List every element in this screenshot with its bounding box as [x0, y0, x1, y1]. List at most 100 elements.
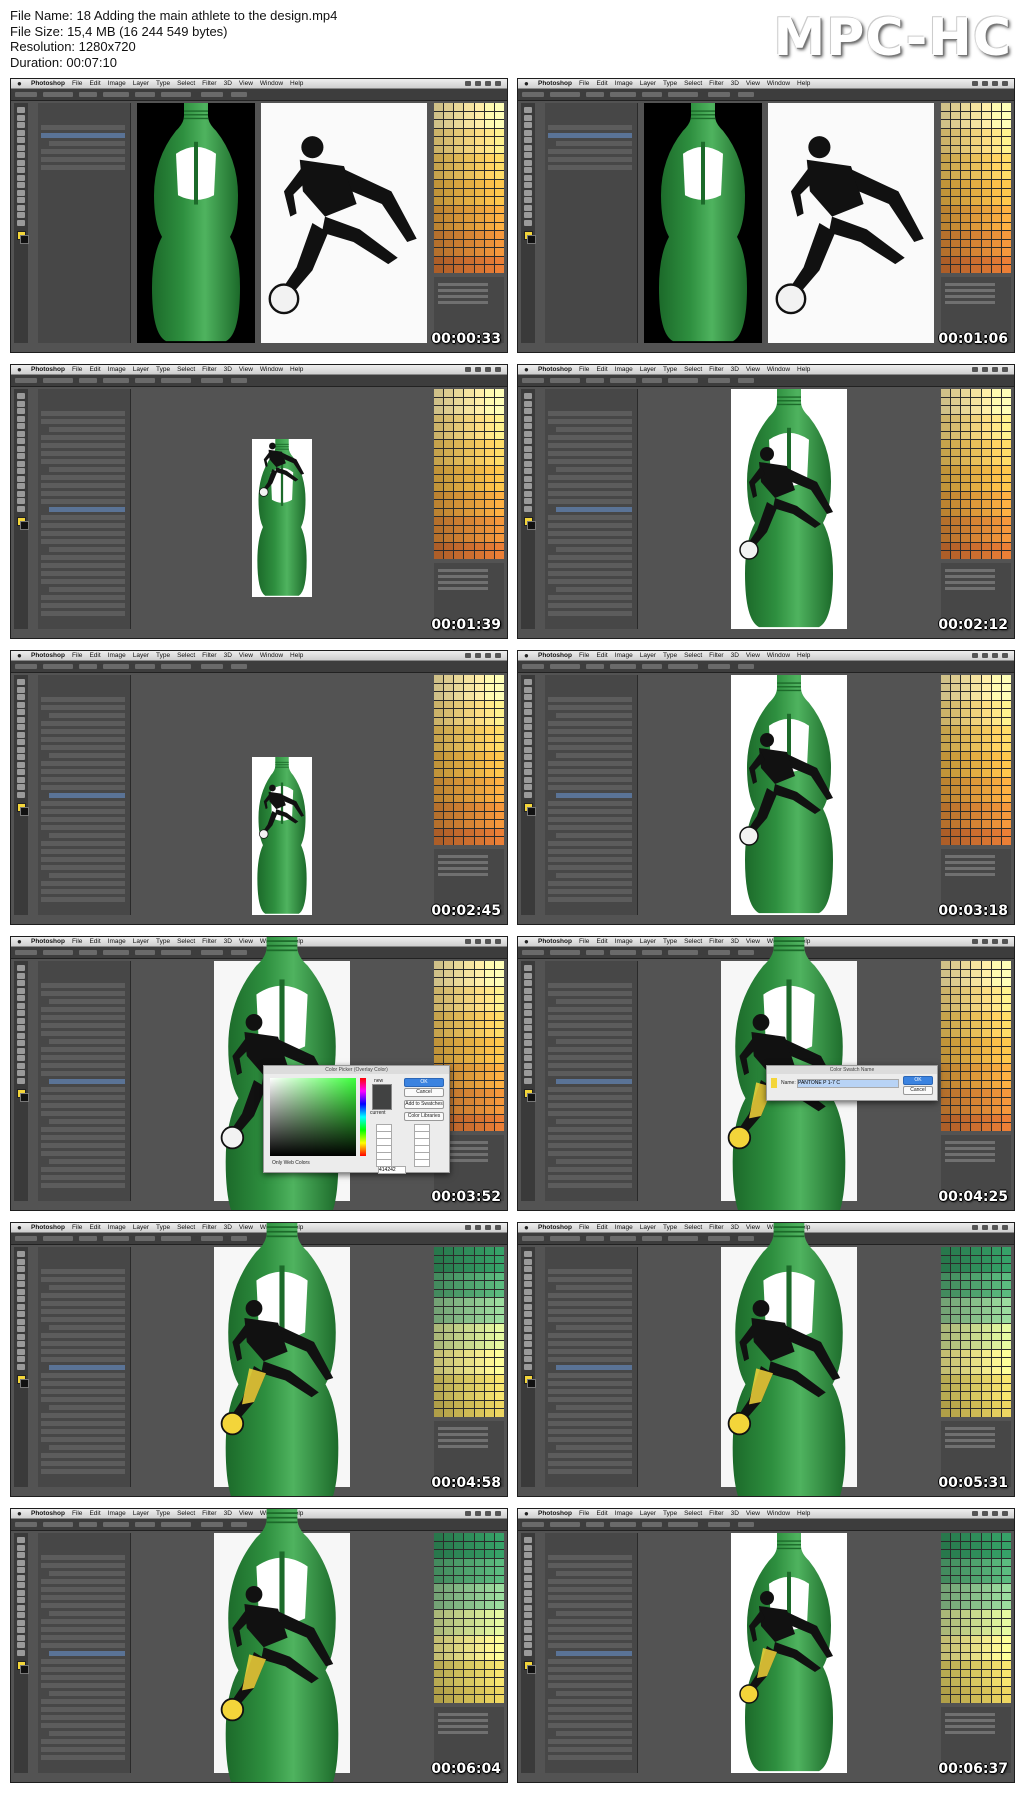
color-swatch[interactable] [941, 517, 951, 525]
color-swatch[interactable] [991, 508, 1001, 517]
color-swatch[interactable] [981, 1012, 991, 1020]
color-swatch[interactable] [434, 534, 444, 542]
color-swatch[interactable] [981, 465, 991, 474]
layer-row[interactable] [556, 507, 632, 512]
color-swatch[interactable] [961, 120, 971, 128]
tool-icon[interactable] [524, 1017, 532, 1024]
layer-row[interactable] [49, 547, 125, 552]
color-swatch[interactable] [464, 137, 474, 145]
color-swatch[interactable] [484, 1567, 494, 1575]
color-swatch[interactable] [981, 1609, 991, 1618]
tool-icon[interactable] [524, 167, 532, 173]
color-swatch[interactable] [971, 828, 981, 837]
color-swatch[interactable] [1001, 1669, 1011, 1678]
color-swatch[interactable] [961, 188, 971, 197]
tool-icon[interactable] [17, 1559, 25, 1566]
color-swatch[interactable] [474, 1037, 484, 1046]
color-swatch[interactable] [971, 214, 981, 222]
color-swatch[interactable] [1001, 1349, 1011, 1358]
color-swatch[interactable] [1001, 828, 1011, 837]
color-swatch[interactable] [941, 1652, 951, 1661]
color-swatch[interactable] [961, 683, 971, 692]
color-swatch[interactable] [1001, 525, 1011, 534]
tool-icon[interactable] [524, 1055, 532, 1061]
option-control[interactable] [79, 1522, 97, 1527]
color-swatch[interactable] [971, 675, 981, 683]
color-swatch[interactable] [981, 397, 991, 406]
tool-icon[interactable] [524, 1649, 532, 1656]
color-swatch[interactable] [961, 1341, 971, 1349]
color-swatch[interactable] [991, 103, 1001, 111]
apple-icon[interactable]: ● [17, 937, 25, 946]
layer-row[interactable] [548, 1429, 632, 1434]
color-swatch[interactable] [971, 726, 981, 734]
color-swatch[interactable] [484, 794, 494, 803]
color-swatch[interactable] [951, 231, 961, 239]
color-swatch[interactable] [981, 1366, 991, 1375]
color-swatch[interactable] [474, 734, 484, 743]
color-swatch[interactable] [961, 500, 971, 508]
color-swatch[interactable] [961, 1029, 971, 1037]
color-swatch[interactable] [444, 1332, 454, 1341]
menu-file[interactable]: File [579, 651, 589, 660]
color-swatch[interactable] [1001, 248, 1011, 256]
color-swatch[interactable] [444, 111, 454, 120]
tool-icon[interactable] [17, 1649, 25, 1656]
color-swatch[interactable] [444, 154, 454, 162]
menu-type[interactable]: Type [663, 79, 677, 88]
color-swatch[interactable] [941, 1341, 951, 1349]
color-swatch[interactable] [444, 431, 454, 440]
tool-icon[interactable] [524, 438, 532, 444]
layer-row[interactable] [41, 443, 125, 448]
color-swatch[interactable] [464, 231, 474, 239]
color-swatch[interactable] [981, 1400, 991, 1409]
color-swatch[interactable] [991, 709, 1001, 717]
color-swatch[interactable] [961, 1383, 971, 1392]
layer-row[interactable] [548, 745, 632, 750]
color-swatch[interactable] [941, 1678, 951, 1686]
menu-view[interactable]: View [746, 79, 760, 88]
color-swatch[interactable] [484, 1669, 494, 1678]
color-swatch[interactable] [494, 491, 504, 500]
color-swatch[interactable] [1001, 1567, 1011, 1575]
layer-row[interactable] [41, 1453, 125, 1458]
layer-row[interactable] [556, 713, 632, 718]
color-swatch[interactable] [981, 1289, 991, 1298]
color-swatch[interactable] [454, 1627, 464, 1635]
background-color[interactable] [20, 807, 29, 816]
menu-select[interactable]: Select [684, 1223, 702, 1232]
color-swatch[interactable] [474, 1358, 484, 1366]
tool-icon[interactable] [524, 1258, 532, 1265]
menu-photoshop[interactable]: Photoshop [538, 1509, 572, 1518]
color-swatch[interactable] [484, 414, 494, 423]
color-swatch[interactable] [454, 1695, 464, 1703]
layer-row[interactable] [41, 523, 125, 528]
layer-row[interactable] [41, 491, 125, 496]
layer-row[interactable] [41, 1381, 125, 1386]
color-swatch[interactable] [484, 1400, 494, 1409]
color-swatch[interactable] [981, 726, 991, 734]
color-swatch[interactable] [484, 1332, 494, 1341]
ok-button[interactable]: OK [404, 1078, 444, 1087]
color-swatch[interactable] [991, 1306, 1001, 1315]
color-swatch[interactable] [971, 760, 981, 769]
color-swatch[interactable] [494, 717, 504, 726]
color-swatch[interactable] [494, 239, 504, 248]
color-swatch[interactable] [971, 751, 981, 760]
color-swatch[interactable] [454, 500, 464, 508]
color-swatch[interactable] [961, 440, 971, 448]
tool-icon[interactable] [524, 980, 532, 986]
layer-row[interactable] [41, 149, 125, 154]
color-swatch[interactable] [971, 1392, 981, 1400]
color-swatch[interactable] [1001, 1358, 1011, 1366]
color-swatch[interactable] [991, 171, 1001, 179]
background-color[interactable] [527, 235, 536, 244]
tool-icon[interactable] [17, 182, 25, 188]
layer-row[interactable] [548, 133, 632, 138]
color-swatch[interactable] [474, 1046, 484, 1055]
color-swatch[interactable] [474, 986, 484, 995]
color-swatch[interactable] [971, 525, 981, 534]
color-swatch[interactable] [474, 1400, 484, 1409]
option-control[interactable] [161, 664, 191, 669]
layer-row[interactable] [41, 1587, 125, 1592]
